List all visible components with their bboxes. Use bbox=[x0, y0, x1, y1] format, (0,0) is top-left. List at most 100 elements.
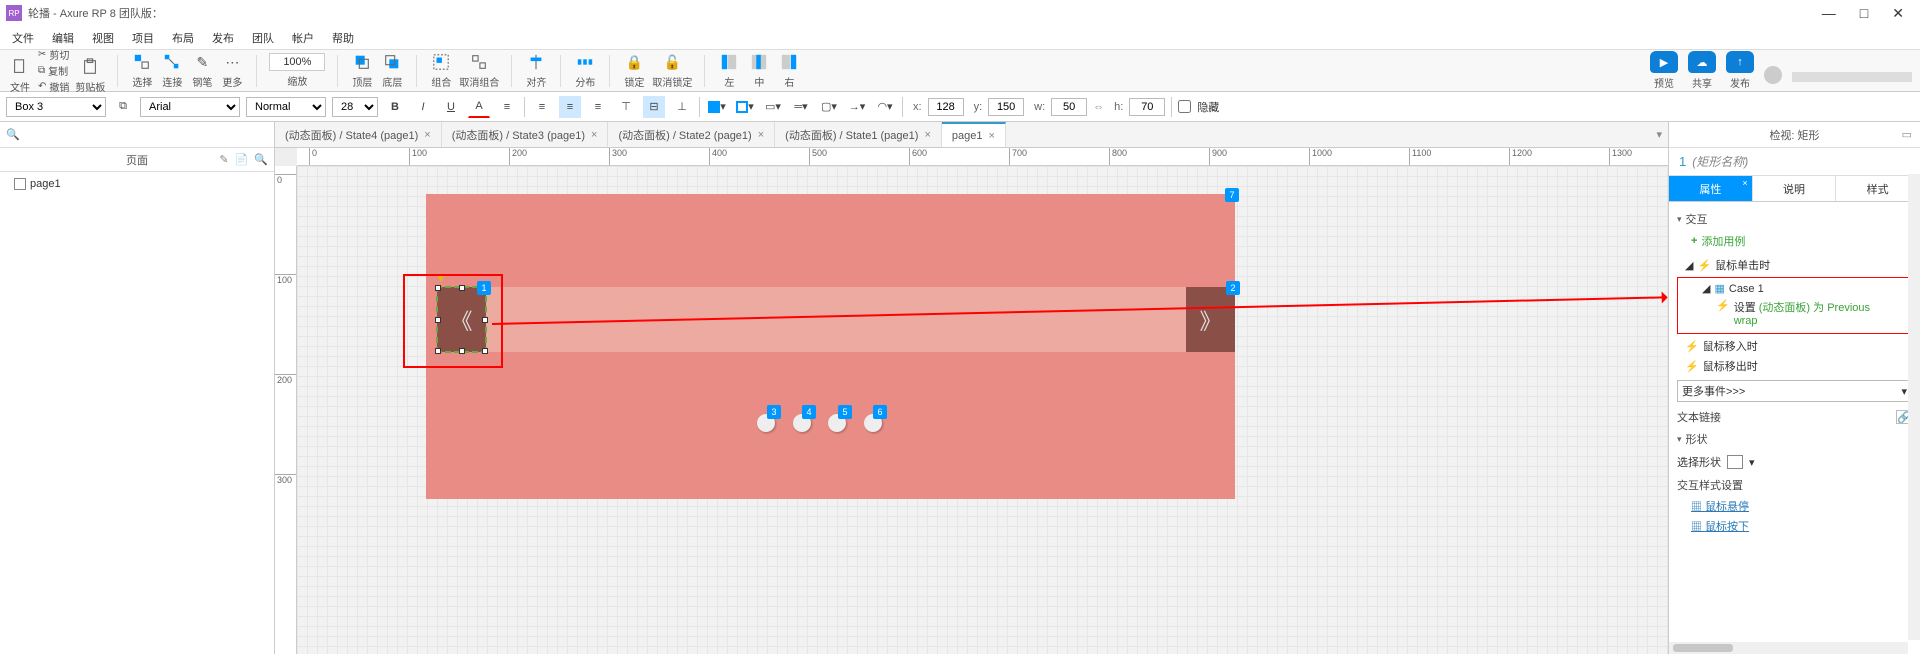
undo-tool[interactable]: ↶ 撤销 bbox=[38, 79, 69, 94]
bullets-button[interactable]: ≡ bbox=[496, 96, 518, 118]
cut-tool[interactable]: ✂ 剪切 bbox=[38, 47, 69, 62]
menu-file[interactable]: 文件 bbox=[4, 28, 42, 48]
tab-state2[interactable]: (动态面板) / State2 (page1)× bbox=[608, 122, 775, 147]
bold-button[interactable]: B bbox=[384, 96, 406, 118]
publish-button[interactable]: ↑发布 bbox=[1726, 51, 1754, 90]
maximize-button[interactable]: □ bbox=[1860, 5, 1868, 22]
menu-project[interactable]: 项目 bbox=[124, 28, 162, 48]
more-tool[interactable]: ⋯更多 bbox=[220, 52, 244, 89]
distribute-tool[interactable]: 分布 bbox=[573, 52, 597, 89]
case-1-row[interactable]: ◢▦Case 1 bbox=[1680, 280, 1909, 297]
zoom-control[interactable]: 100%缩放 bbox=[269, 53, 325, 88]
close-button[interactable]: ✕ bbox=[1892, 5, 1904, 22]
footnote-marker[interactable]: 1 bbox=[477, 281, 491, 295]
page-search-icon[interactable]: 🔍 bbox=[254, 153, 268, 166]
arrow-style-button[interactable]: →▾ bbox=[846, 96, 868, 118]
footnote-marker[interactable]: 3 bbox=[767, 405, 781, 419]
clipboard-tool[interactable]: 剪贴板 bbox=[75, 57, 105, 94]
close-icon[interactable]: × bbox=[424, 129, 430, 141]
align-top-text[interactable]: ⊤ bbox=[615, 96, 637, 118]
menu-team[interactable]: 团队 bbox=[244, 28, 282, 48]
menu-publish[interactable]: 发布 bbox=[204, 28, 242, 48]
share-button[interactable]: ☁共享 bbox=[1688, 51, 1716, 90]
search-input[interactable] bbox=[26, 127, 274, 143]
mousedown-style-link[interactable]: ▦ 鼠标按下 bbox=[1677, 516, 1912, 536]
next-arrow-shape[interactable]: 》 bbox=[1186, 287, 1235, 352]
widget-name-select[interactable]: Box 3 bbox=[6, 97, 106, 117]
align-middle-text[interactable]: ⊟ bbox=[643, 96, 665, 118]
align-bottom-text[interactable]: ⊥ bbox=[671, 96, 693, 118]
inspector-scrollbar-horizontal[interactable] bbox=[1669, 642, 1908, 654]
section-interactions[interactable]: ▾交互 bbox=[1677, 208, 1912, 230]
italic-button[interactable]: I bbox=[412, 96, 434, 118]
footnote-marker[interactable]: 6 bbox=[873, 405, 887, 419]
border-width-button[interactable]: ▭▾ bbox=[762, 96, 784, 118]
add-case-link[interactable]: 添加用例 bbox=[1677, 230, 1912, 255]
align-center-tool[interactable]: 中 bbox=[747, 52, 771, 89]
file-tool[interactable]: 文件 bbox=[8, 57, 32, 94]
close-icon[interactable]: × bbox=[924, 129, 930, 141]
choose-shape-row[interactable]: 选择形状▾ bbox=[1677, 454, 1912, 470]
menu-view[interactable]: 视图 bbox=[84, 28, 122, 48]
corner-radius-button[interactable]: ◠▾ bbox=[874, 96, 896, 118]
carousel-track-shape[interactable] bbox=[475, 287, 1186, 352]
footnote-marker[interactable]: 2 bbox=[1226, 281, 1240, 295]
event-mouseenter[interactable]: ⚡鼠标移入时 bbox=[1677, 336, 1912, 356]
page-tree-item[interactable]: page1 bbox=[4, 176, 270, 192]
lock-ratio-icon[interactable]: ⇔ bbox=[1093, 101, 1104, 113]
ungroup-tool[interactable]: 取消组合 bbox=[459, 52, 499, 89]
add-page-icon[interactable]: ✎ bbox=[219, 153, 228, 166]
bring-front-tool[interactable]: 顶层 bbox=[350, 52, 374, 89]
footnote-marker[interactable]: 5 bbox=[838, 405, 852, 419]
tab-page1[interactable]: page1× bbox=[942, 122, 1006, 147]
align-right-tool[interactable]: 右 bbox=[777, 52, 801, 89]
w-input[interactable] bbox=[1051, 98, 1087, 116]
fill-color-button[interactable]: ▾ bbox=[706, 96, 728, 118]
border-side-button[interactable]: ▢▾ bbox=[818, 96, 840, 118]
footnote-marker[interactable]: 7 bbox=[1225, 188, 1239, 202]
align-right-text[interactable]: ≡ bbox=[587, 96, 609, 118]
y-input[interactable] bbox=[988, 98, 1024, 116]
widget-name-label[interactable]: (矩形名称) bbox=[1692, 153, 1748, 170]
more-events-dropdown[interactable]: 更多事件>>>▾ bbox=[1677, 380, 1912, 402]
event-mouseleave[interactable]: ⚡鼠标移出时 bbox=[1677, 356, 1912, 376]
hover-style-link[interactable]: ▦ 鼠标悬停 bbox=[1677, 496, 1912, 516]
menu-layout[interactable]: 布局 bbox=[164, 28, 202, 48]
inspector-scrollbar-vertical[interactable] bbox=[1908, 174, 1920, 640]
connect-tool[interactable]: 连接 bbox=[160, 52, 184, 89]
menu-help[interactable]: 帮助 bbox=[324, 28, 362, 48]
panel-options-icon[interactable]: ▭ bbox=[1902, 128, 1912, 141]
menu-account[interactable]: 帐户 bbox=[284, 28, 322, 48]
copy-style-icon[interactable]: ⧉ bbox=[112, 96, 134, 118]
group-tool[interactable]: 组合 bbox=[429, 52, 453, 89]
underline-button[interactable]: U bbox=[440, 96, 462, 118]
border-color-button[interactable]: ▾ bbox=[734, 96, 756, 118]
close-icon[interactable]: × bbox=[988, 130, 994, 142]
close-icon[interactable]: × bbox=[758, 129, 764, 141]
border-style-button[interactable]: ═▾ bbox=[790, 96, 812, 118]
pen-tool[interactable]: ✎钢笔 bbox=[190, 52, 214, 89]
tab-state1[interactable]: (动态面板) / State1 (page1)× bbox=[775, 122, 942, 147]
align-left-tool[interactable]: 左 bbox=[717, 52, 741, 89]
align-left-text[interactable]: ≡ bbox=[531, 96, 553, 118]
hidden-checkbox[interactable] bbox=[1178, 100, 1191, 113]
close-icon[interactable]: × bbox=[591, 129, 597, 141]
font-weight-select[interactable]: Normal bbox=[246, 97, 326, 117]
x-input[interactable] bbox=[928, 98, 964, 116]
design-canvas[interactable]: 《 》 ▼ 1 2 3 4 5 6 7 bbox=[297, 166, 1668, 654]
tab-state4[interactable]: (动态面板) / State4 (page1)× bbox=[275, 122, 442, 147]
font-select[interactable]: Arial bbox=[140, 97, 240, 117]
h-input[interactable] bbox=[1129, 98, 1165, 116]
minimize-button[interactable]: — bbox=[1822, 5, 1836, 22]
font-size-select[interactable]: 28 bbox=[332, 97, 378, 117]
align-tool[interactable]: 对齐 bbox=[524, 52, 548, 89]
user-avatar-icon[interactable] bbox=[1764, 66, 1782, 84]
search-icon[interactable]: 🔍 bbox=[0, 128, 26, 141]
add-folder-icon[interactable]: 📄 bbox=[235, 153, 249, 166]
tab-properties[interactable]: 属性× bbox=[1669, 176, 1753, 201]
copy-tool[interactable]: ⧉ 复制 bbox=[38, 63, 69, 78]
tab-notes[interactable]: 说明 bbox=[1753, 176, 1837, 201]
send-back-tool[interactable]: 底层 bbox=[380, 52, 404, 89]
menu-edit[interactable]: 编辑 bbox=[44, 28, 82, 48]
unlock-tool[interactable]: 🔓取消锁定 bbox=[652, 52, 692, 89]
